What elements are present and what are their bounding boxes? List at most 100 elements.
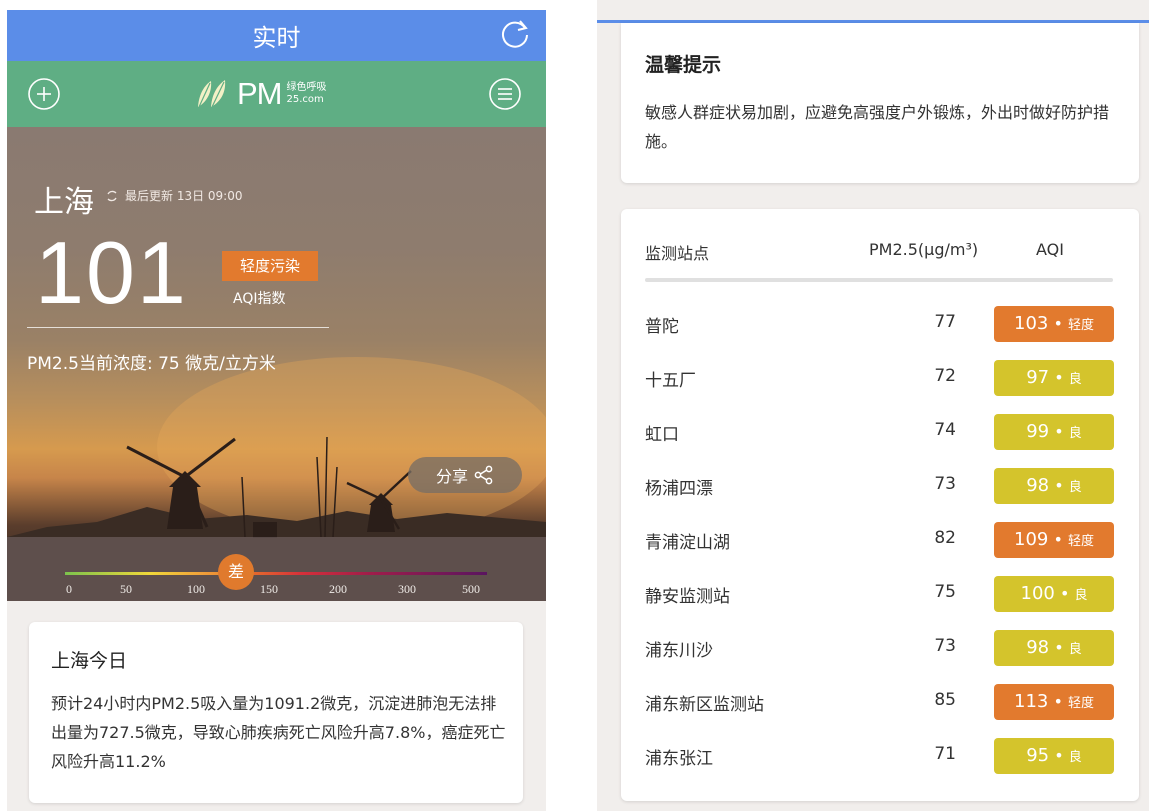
logo-sub-bottom: 25.com [286,94,324,105]
header-pm25: PM2.5(μg/m³) [869,240,979,259]
share-label: 分享 [435,467,468,486]
last-update-text: 最后更新 13日 09:00 [125,189,243,203]
aqi-badge: 95 • 良 [994,738,1114,774]
scale-tick: 50 [120,582,132,596]
aqi-number: 95 [1026,745,1050,766]
logo-subtext: 绿色呼吸 25.com [287,82,327,106]
tip-title: 温馨提示 [645,54,722,76]
aqi-badge: 98 • 良 [994,468,1114,504]
station-pm25: 77 [934,312,956,332]
realtime-screen: 实时 PM 绿色呼吸 25.com 上海 最后更新 13日 09:00 101 … [7,10,546,811]
stations-screen: 温馨提示 敏感人群症状易加剧，应避免高强度户外锻炼，外出时做好防护措施。 监测站… [597,0,1149,811]
aqi-level: 良 [1068,750,1082,765]
station-row[interactable]: 十五厂 72 97 • 良 [621,352,1139,406]
menu-icon [489,78,521,110]
station-row[interactable]: 普陀 77 103 • 轻度 [621,298,1139,352]
refresh-button[interactable] [498,16,532,50]
last-update: 最后更新 13日 09:00 [105,187,242,204]
aqi-number: 98 [1026,475,1050,496]
station-name: 浦东川沙 [645,641,713,661]
aqi-number: 109 [1014,529,1049,550]
aqi-hero: 上海 最后更新 13日 09:00 101 轻度污染 AQI指数 PM2.5当前… [7,127,546,601]
station-name: 杨浦四漂 [645,479,713,499]
tip-card: 温馨提示 敏感人群症状易加剧，应避免高强度户外锻炼，外出时做好防护措施。 [621,23,1139,183]
tip-text: 敏感人群症状易加剧，应避免高强度户外锻炼，外出时做好防护措施。 [645,103,1110,151]
logo-text: PM [237,76,282,111]
scale-tick: 0 [66,582,72,596]
header-divider [645,278,1113,282]
station-name: 浦东张江 [645,749,713,769]
scale-tick: 200 [329,582,347,596]
share-button[interactable]: 分享 [408,457,522,493]
station-pm25: 71 [934,744,956,764]
city-name: 上海 [34,185,94,220]
scale-tick: 100 [187,582,205,596]
aqi-badge: 98 • 良 [994,630,1114,666]
aqi-number: 97 [1026,367,1050,388]
sync-icon [107,190,117,201]
station-row[interactable]: 浦东张江 71 95 • 良 [621,730,1139,784]
station-name: 浦东新区监测站 [645,695,764,715]
aqi-scale-bar [65,572,487,575]
aqi-number: 103 [1014,313,1049,334]
station-table: 监测站点 PM2.5(μg/m³) AQI 普陀 77 103 • 轻度 十五厂… [621,209,1139,801]
station-pm25: 73 [934,636,956,656]
aqi-badge: 100 • 良 [994,576,1114,612]
aqi-badge: 109 • 轻度 [994,522,1114,558]
today-card: 上海今日 预计24小时内PM2.5吸入量为1091.2微克，沉淀进肺泡无法排出量… [29,622,523,803]
station-row[interactable]: 杨浦四漂 73 98 • 良 [621,460,1139,514]
station-pm25: 75 [934,582,956,602]
station-pm25: 74 [934,420,956,440]
aqi-level: 良 [1068,426,1082,441]
app-bar: PM 绿色呼吸 25.com [7,61,546,127]
aqi-badge: 97 • 良 [994,360,1114,396]
station-pm25: 85 [934,690,956,710]
plus-icon [28,78,60,110]
aqi-number: 99 [1026,421,1050,442]
today-title: 上海今日 [51,650,128,672]
scale-tick: 300 [398,582,416,596]
aqi-level: 良 [1068,642,1082,657]
menu-button[interactable] [488,77,522,111]
aqi-level: 良 [1074,588,1088,603]
aqi-badge: 99 • 良 [994,414,1114,450]
aqi-number: 113 [1014,691,1049,712]
aqi-level: 良 [1068,372,1082,387]
aqi-level: 轻度 [1067,696,1094,711]
station-name: 虹口 [645,425,679,445]
aqi-number: 98 [1026,637,1050,658]
station-pm25: 72 [934,366,956,386]
scale-tick: 500 [462,582,480,596]
pollution-level-badge: 轻度污染 [222,251,318,281]
today-text: 预计24小时内PM2.5吸入量为1091.2微克，沉淀进肺泡无法排出量为727.… [51,694,506,771]
scale-tick: 150 [260,582,278,596]
station-name: 十五厂 [645,371,696,391]
station-row[interactable]: 浦东新区监测站 85 113 • 轻度 [621,676,1139,730]
app-logo: PM 绿色呼吸 25.com [195,75,327,113]
station-name: 青浦淀山湖 [645,533,730,553]
leaf-logo-icon [198,80,226,108]
station-name: 静安监测站 [645,587,730,607]
station-row[interactable]: 青浦淀山湖 82 109 • 轻度 [621,514,1139,568]
aqi-number: 100 [1020,583,1055,604]
divider [27,327,329,328]
aqi-value: 101 [35,223,188,322]
station-row[interactable]: 浦东川沙 73 98 • 良 [621,622,1139,676]
pm25-current: PM2.5当前浓度: 75 微克/立方米 [27,354,276,374]
station-pm25: 82 [934,528,956,548]
aqi-badge: 113 • 轻度 [994,684,1114,720]
aqi-level: 轻度 [1067,318,1094,333]
share-icon [474,465,493,485]
logo-sub-top: 绿色呼吸 [286,82,327,93]
station-row[interactable]: 静安监测站 75 100 • 良 [621,568,1139,622]
station-name: 普陀 [645,317,679,337]
header-station: 监测站点 [645,244,710,263]
aqi-scale-marker: 差 [218,554,254,590]
station-row[interactable]: 虹口 74 99 • 良 [621,406,1139,460]
station-pm25: 73 [934,474,956,494]
aqi-label: AQI指数 [233,291,286,307]
aqi-level: 良 [1068,480,1082,495]
top-bar: 实时 [7,10,546,61]
add-city-button[interactable] [27,77,61,111]
page-title: 实时 [252,24,301,52]
